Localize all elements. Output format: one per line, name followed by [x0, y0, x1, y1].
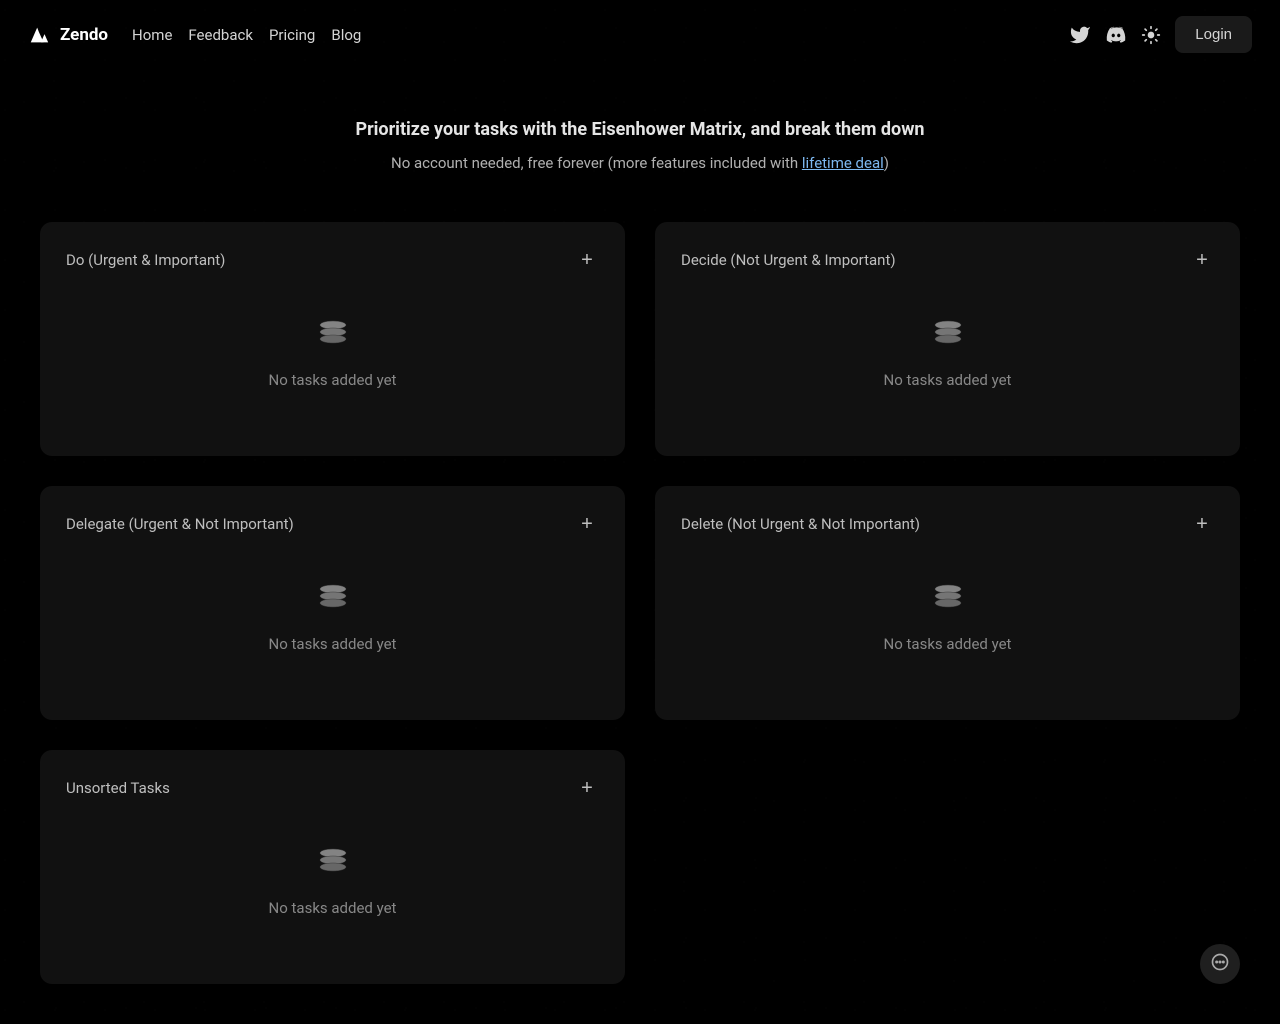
card-decide-empty: No tasks added yet [884, 371, 1012, 389]
login-button[interactable]: Login [1175, 16, 1252, 53]
twitter-icon[interactable] [1069, 24, 1091, 46]
hero: Prioritize your tasks with the Eisenhowe… [0, 69, 1280, 212]
brand-name: Zendo [60, 25, 108, 45]
logo[interactable]: Zendo [28, 24, 108, 46]
plus-icon: + [1196, 513, 1208, 536]
add-task-delete-button[interactable]: + [1190, 512, 1214, 536]
hero-subtitle-suffix: ) [884, 154, 889, 172]
empty-stack-icon [313, 577, 353, 621]
theme-toggle-icon[interactable] [1141, 25, 1161, 45]
card-delegate: Delegate (Urgent & Not Important) + No t… [40, 486, 625, 720]
card-unsorted-empty: No tasks added yet [269, 899, 397, 917]
nav: Home Feedback Pricing Blog [132, 26, 361, 44]
card-delete: Delete (Not Urgent & Not Important) + No… [655, 486, 1240, 720]
card-decide-header: Decide (Not Urgent & Important) + [681, 248, 1214, 272]
card-do-header: Do (Urgent & Important) + [66, 248, 599, 272]
empty-stack-icon [313, 313, 353, 357]
card-do-empty: No tasks added yet [269, 371, 397, 389]
card-do-title: Do (Urgent & Important) [66, 251, 225, 269]
empty-stack-icon [928, 313, 968, 357]
header-left: Zendo Home Feedback Pricing Blog [28, 24, 361, 46]
help-float-button[interactable] [1200, 944, 1240, 984]
card-delete-title: Delete (Not Urgent & Not Important) [681, 515, 920, 533]
card-unsorted-header: Unsorted Tasks + [66, 776, 599, 800]
hero-subtitle-prefix: No account needed, free forever (more fe… [391, 154, 802, 172]
header-right: Login [1069, 16, 1252, 53]
card-unsorted-title: Unsorted Tasks [66, 779, 170, 797]
hero-title: Prioritize your tasks with the Eisenhowe… [20, 119, 1260, 140]
header: Zendo Home Feedback Pricing Blog Login [0, 0, 1280, 69]
lifetime-deal-link[interactable]: lifetime deal [802, 154, 884, 172]
nav-feedback[interactable]: Feedback [188, 26, 253, 44]
card-delegate-header: Delegate (Urgent & Not Important) + [66, 512, 599, 536]
card-delegate-title: Delegate (Urgent & Not Important) [66, 515, 294, 533]
card-delegate-empty: No tasks added yet [269, 635, 397, 653]
plus-icon: + [1196, 249, 1208, 272]
dots-icon [1210, 952, 1230, 976]
card-unsorted: Unsorted Tasks + No tasks added yet [40, 750, 625, 984]
hero-subtitle: No account needed, free forever (more fe… [20, 154, 1260, 172]
empty-stack-icon [313, 841, 353, 885]
card-unsorted-body: No tasks added yet [66, 800, 599, 958]
plus-icon: + [581, 249, 593, 272]
card-delete-body: No tasks added yet [681, 536, 1214, 694]
card-do: Do (Urgent & Important) + No tasks added… [40, 222, 625, 456]
discord-icon[interactable] [1105, 24, 1127, 46]
logo-icon [28, 24, 50, 46]
add-task-unsorted-button[interactable]: + [575, 776, 599, 800]
add-task-delegate-button[interactable]: + [575, 512, 599, 536]
nav-home[interactable]: Home [132, 26, 172, 44]
plus-icon: + [581, 777, 593, 800]
add-task-decide-button[interactable]: + [1190, 248, 1214, 272]
plus-icon: + [581, 513, 593, 536]
empty-stack-icon [928, 577, 968, 621]
card-decide: Decide (Not Urgent & Important) + No tas… [655, 222, 1240, 456]
card-delegate-body: No tasks added yet [66, 536, 599, 694]
nav-blog[interactable]: Blog [331, 26, 361, 44]
nav-pricing[interactable]: Pricing [269, 26, 315, 44]
card-delete-header: Delete (Not Urgent & Not Important) + [681, 512, 1214, 536]
card-decide-body: No tasks added yet [681, 272, 1214, 430]
add-task-do-button[interactable]: + [575, 248, 599, 272]
card-do-body: No tasks added yet [66, 272, 599, 430]
card-decide-title: Decide (Not Urgent & Important) [681, 251, 896, 269]
matrix-grid: Do (Urgent & Important) + No tasks added… [0, 212, 1280, 1024]
card-delete-empty: No tasks added yet [884, 635, 1012, 653]
